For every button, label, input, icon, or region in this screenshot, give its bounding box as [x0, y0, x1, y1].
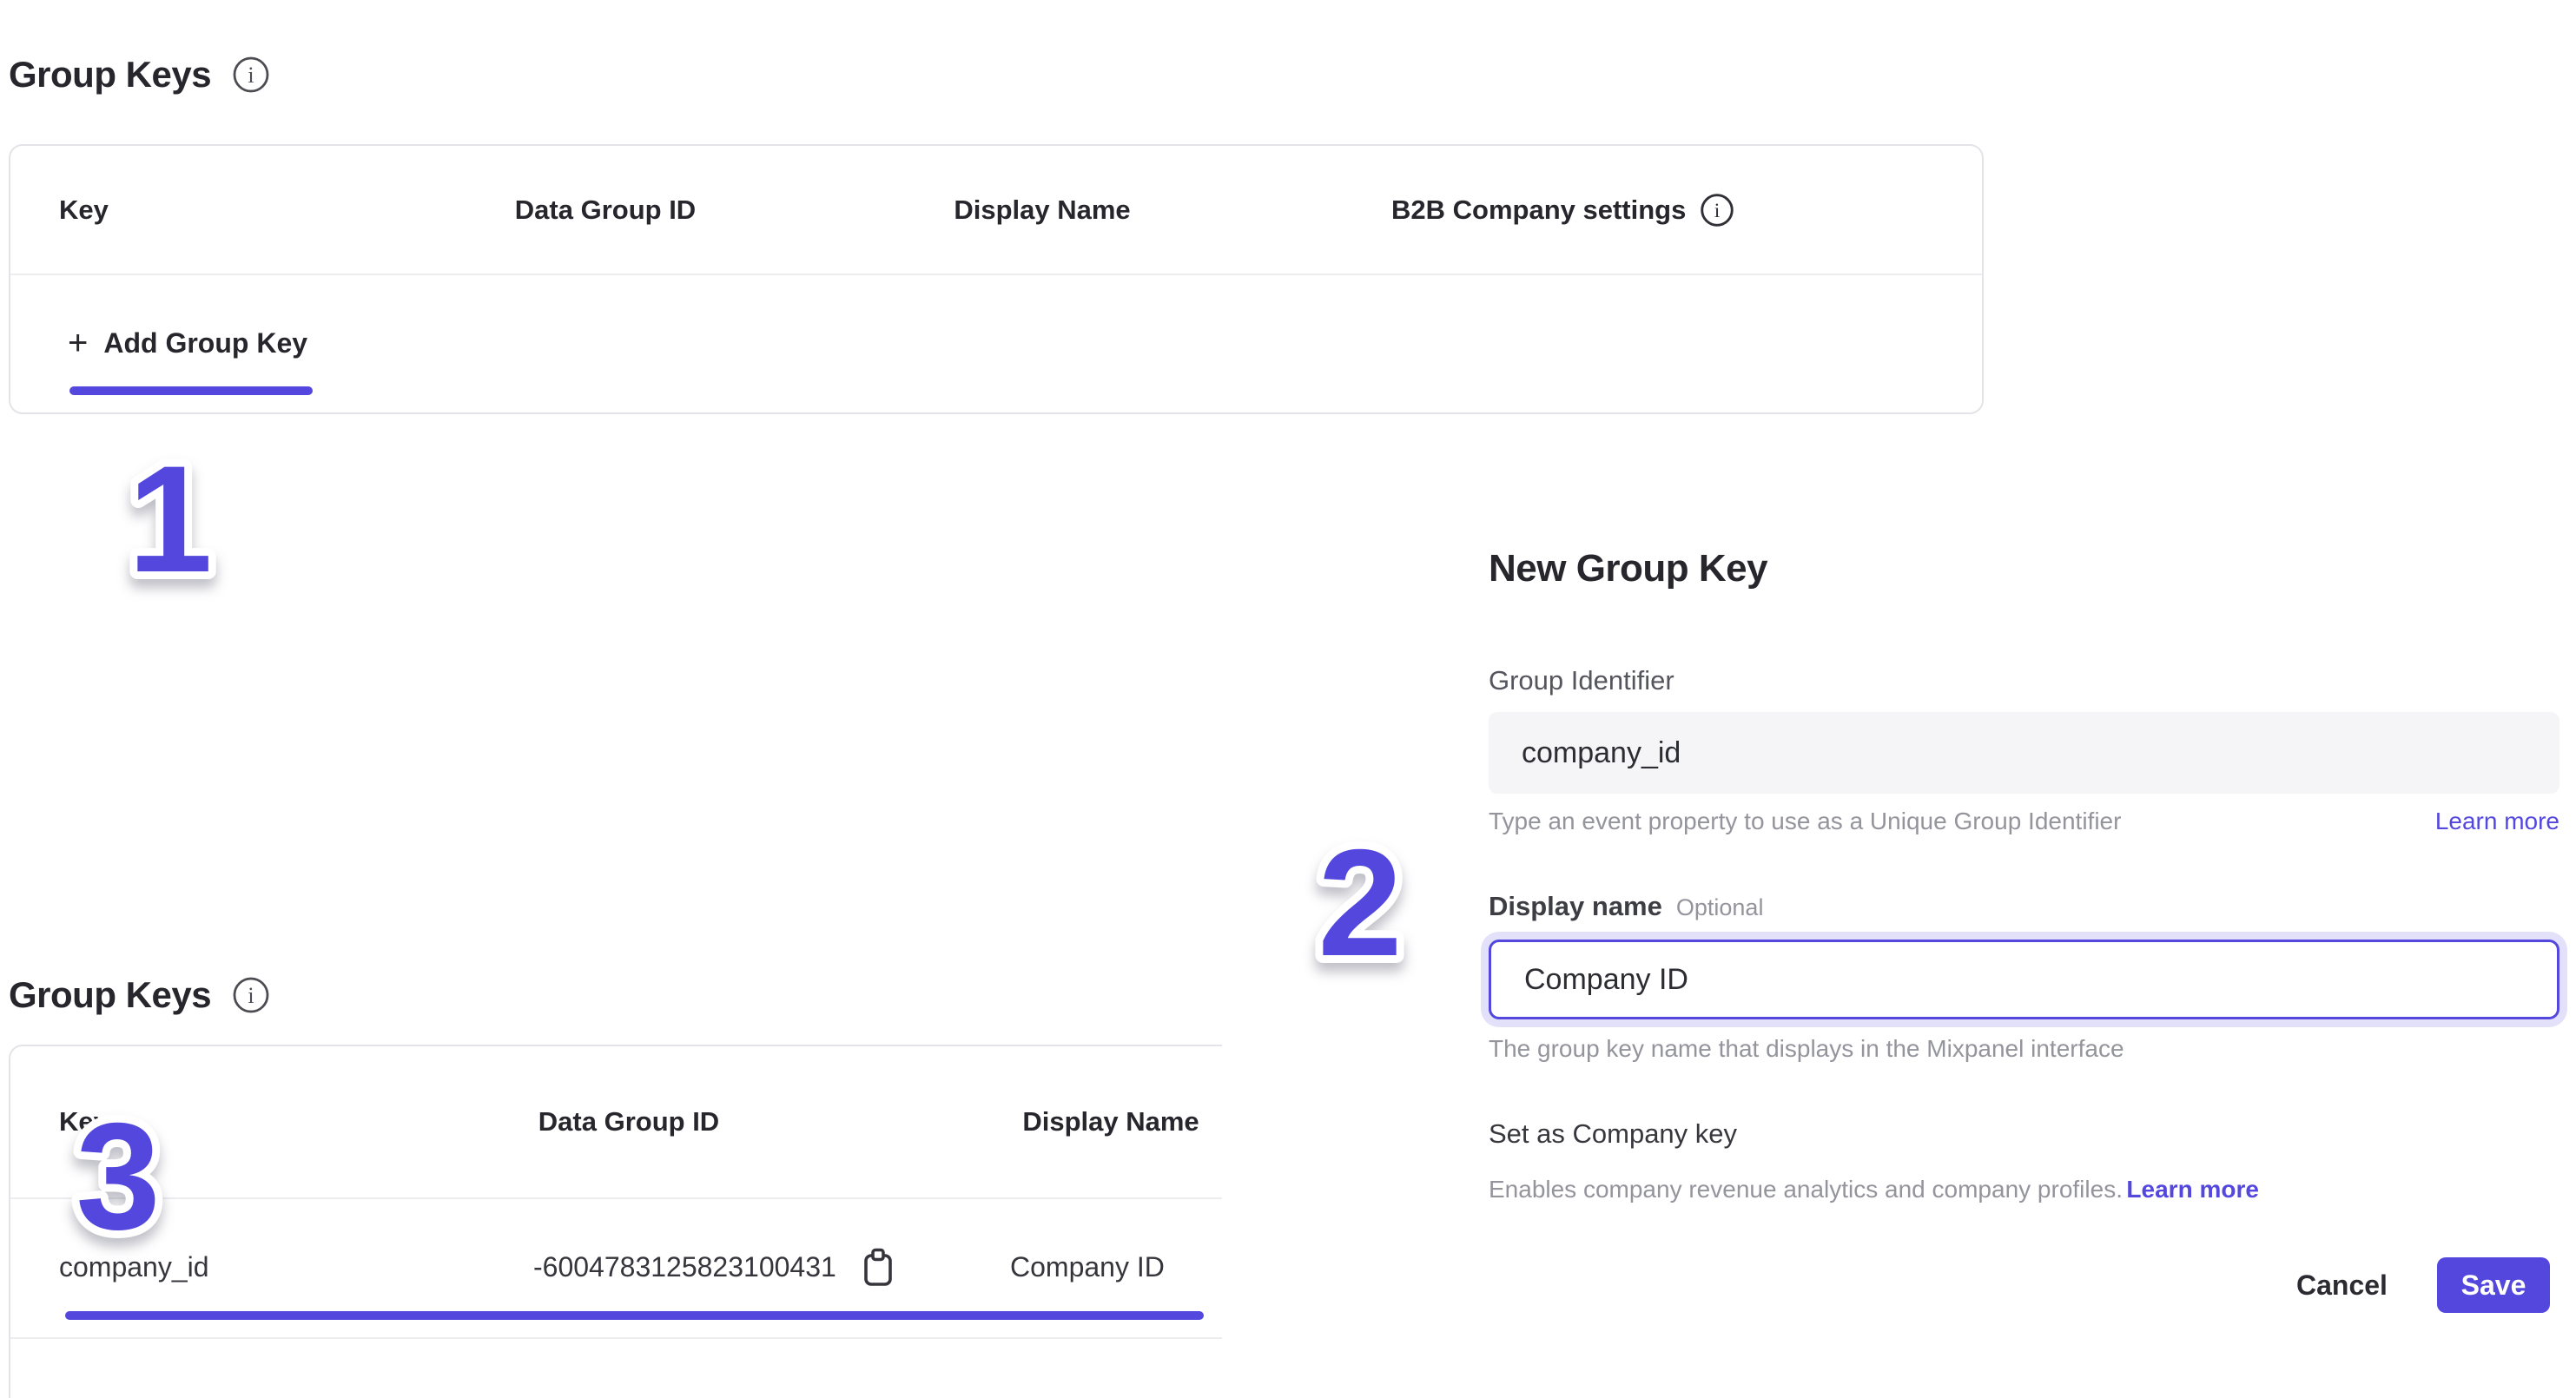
svg-text:2: 2 — [1318, 819, 1402, 988]
svg-text:i: i — [1714, 200, 1721, 222]
step-2-badge: 2 — [1273, 806, 1447, 997]
step3-highlight-underline — [65, 1311, 1204, 1320]
company-key-helper: Enables company revenue analytics and co… — [1489, 1176, 2123, 1203]
svg-text:i: i — [248, 983, 254, 1008]
step1-highlight-underline — [69, 386, 313, 395]
data-group-id-value: -6004783125823100431 — [533, 1251, 836, 1283]
learn-more-link[interactable]: Learn more — [2126, 1176, 2259, 1203]
info-icon[interactable]: i — [232, 976, 270, 1014]
group-keys-table-empty: Key Data Group ID Display Name B2B Compa… — [9, 144, 1984, 414]
table-divider — [10, 1337, 1222, 1339]
step-1-badge: 1 — [83, 422, 257, 613]
column-header-b2b: B2B Company settings i — [1391, 146, 1734, 274]
info-icon[interactable]: i — [232, 56, 270, 94]
display-name-label: Display name — [1489, 891, 1662, 922]
group-identifier-helper: Type an event property to use as a Uniqu… — [1489, 808, 2121, 835]
cancel-button[interactable]: Cancel — [2288, 1257, 2396, 1313]
display-name-optional-tag: Optional — [1676, 894, 1764, 921]
page-title: Group Keys — [9, 974, 211, 1016]
column-header-display-name: Display Name — [1022, 1046, 1199, 1197]
display-name-helper: The group key name that displays in the … — [1489, 1035, 2124, 1063]
step-3-badge: 3 — [31, 1079, 205, 1270]
svg-text:1: 1 — [128, 435, 212, 604]
column-header-data-group-id: Data Group ID — [515, 146, 696, 274]
column-header-display-name: Display Name — [954, 146, 1130, 274]
form-title: New Group Key — [1489, 547, 1767, 590]
learn-more-link[interactable]: Learn more — [2435, 808, 2559, 835]
copy-icon[interactable] — [861, 1247, 895, 1289]
company-key-label: Set as Company key — [1489, 1118, 1737, 1150]
bottom-section-title: Group Keys i — [9, 974, 270, 1016]
column-header-data-group-id: Data Group ID — [538, 1046, 719, 1197]
plus-icon: + — [68, 326, 88, 360]
group-identifier-label: Group Identifier — [1489, 665, 1674, 696]
add-group-key-label: Add Group Key — [103, 327, 307, 359]
svg-text:i: i — [248, 63, 254, 88]
group-identifier-input[interactable] — [1489, 712, 2559, 794]
display-name-input[interactable] — [1489, 940, 2559, 1019]
svg-text:3: 3 — [76, 1092, 160, 1262]
page-title: Group Keys — [9, 54, 211, 96]
column-header-key: Key — [59, 146, 109, 274]
save-button[interactable]: Save — [2437, 1257, 2550, 1313]
info-icon[interactable]: i — [1700, 193, 1734, 228]
top-section-title: Group Keys i — [9, 54, 270, 96]
